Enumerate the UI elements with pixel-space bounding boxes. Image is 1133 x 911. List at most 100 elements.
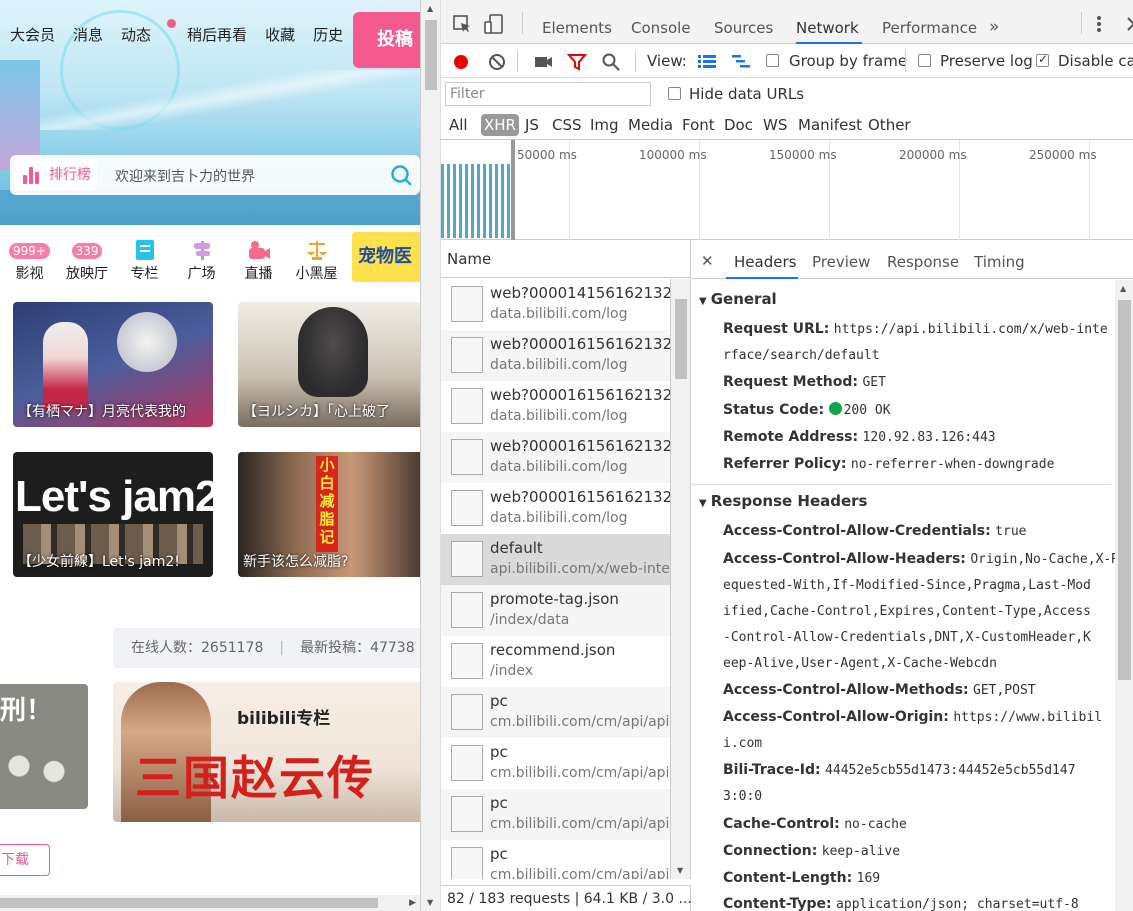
ranking-icon	[23, 167, 41, 184]
request-row[interactable]: pc cm.bilibili.com/cm/api/apid	[441, 687, 670, 738]
response-headers-section-header[interactable]: ▼ Response Headers	[699, 492, 868, 510]
header-acah-cont: equested-With,If-Modified-Since,Pragma,L…	[723, 572, 1091, 599]
file-icon	[451, 337, 483, 373]
name-column-header[interactable]: Name	[441, 240, 691, 278]
timeline-handle[interactable]	[511, 140, 515, 240]
video-card[interactable]: 小白减脂记 新手该怎么减脂?	[238, 452, 420, 577]
filter-input[interactable]: Filter	[445, 82, 651, 106]
request-url: /index	[490, 663, 534, 679]
inspect-element-icon[interactable]	[452, 14, 472, 34]
horizontal-scrollbar[interactable]: ▶	[0, 895, 420, 911]
kebab-menu-icon[interactable]	[1089, 14, 1109, 34]
header-key: Access-Control-Allow-Methods:	[723, 682, 969, 698]
search-icon[interactable]	[390, 164, 412, 186]
device-toolbar-icon[interactable]	[484, 14, 504, 34]
tab-headers[interactable]: Headers	[726, 240, 798, 279]
request-row[interactable]: pc cm.bilibili.com/cm/api/apid	[441, 789, 670, 840]
type-manifest[interactable]: Manifest	[798, 114, 862, 136]
tab-timing[interactable]: Timing	[974, 240, 1025, 279]
hide-data-urls-checkbox[interactable]	[668, 87, 681, 100]
request-row[interactable]: pc cm.bilibili.com/cm/api/apid	[441, 738, 670, 789]
network-overview-timeline[interactable]: 50000 ms 100000 ms 150000 ms 200000 ms 2…	[441, 140, 1133, 240]
ranking-button[interactable]: 排行榜	[15, 160, 97, 190]
nav-vip[interactable]: 大会员	[10, 24, 55, 45]
request-row[interactable]: pc cm.bilibili.com/cm/api/apid	[441, 840, 670, 879]
nav-messages[interactable]: 消息	[73, 24, 103, 45]
request-row[interactable]: recommend.json/index	[441, 636, 670, 687]
notification-dot	[167, 19, 177, 28]
video-card[interactable]: Let's jam2! 【少女前線】Let's jam2!	[13, 452, 213, 577]
record-icon[interactable]	[451, 52, 471, 72]
waterfall-icon[interactable]	[731, 52, 751, 72]
type-css[interactable]: CSS	[552, 114, 582, 136]
pet-clinic-banner[interactable]: 宠物医	[352, 232, 420, 282]
tab-performance[interactable]: Performance	[882, 0, 977, 44]
large-rows-icon[interactable]	[697, 52, 717, 72]
hide-data-urls-label: Hide data URLs	[689, 85, 805, 103]
search-icon[interactable]	[601, 52, 621, 72]
nav-history[interactable]: 历史	[313, 24, 343, 45]
request-list-scrollbar[interactable]: ▼	[671, 279, 691, 879]
tab-preview[interactable]: Preview	[812, 240, 870, 279]
header-connection: Connection: keep-alive	[723, 838, 900, 865]
close-devtools-icon[interactable]	[1124, 14, 1133, 34]
type-ws[interactable]: WS	[763, 114, 787, 136]
tab-sources[interactable]: Sources	[714, 0, 773, 44]
request-url: /index/data	[490, 612, 570, 628]
more-tabs-icon[interactable]: »	[989, 0, 999, 44]
details-scrollbar[interactable]: ▲	[1115, 280, 1133, 911]
video-card[interactable]: 刑！	[0, 684, 88, 809]
nav-watch-later[interactable]: 稍后再看	[187, 24, 247, 45]
type-img[interactable]: Img	[590, 114, 619, 136]
general-section-header[interactable]: ▼ General	[699, 290, 777, 308]
category-column[interactable]: 专栏	[117, 235, 172, 283]
category-movie[interactable]: 999+ 影视	[2, 235, 57, 283]
type-doc[interactable]: Doc	[724, 114, 753, 136]
tab-network[interactable]: Network	[796, 0, 862, 44]
request-row[interactable]: web?000014156162132181 data.bilibili.com/…	[441, 279, 670, 330]
screenshot-icon[interactable]	[533, 52, 553, 72]
request-row[interactable]: promote-tag.json/index/data	[441, 585, 670, 636]
tab-elements[interactable]: Elements	[542, 0, 612, 44]
preserve-log-label: Preserve log	[940, 52, 1033, 70]
type-font[interactable]: Font	[682, 114, 715, 136]
nav-favorites[interactable]: 收藏	[265, 24, 295, 45]
tab-console[interactable]: Console	[631, 0, 691, 44]
type-other[interactable]: Other	[868, 114, 911, 136]
tab-response[interactable]: Response	[887, 240, 959, 279]
filter-icon[interactable]	[567, 52, 587, 72]
file-icon	[451, 745, 483, 781]
upload-button[interactable]: 投稿	[353, 12, 420, 68]
type-media[interactable]: Media	[628, 114, 673, 136]
video-card[interactable]: 【ヨルシカ】「心上破了	[238, 302, 420, 427]
general-title: General	[710, 290, 777, 308]
download-button[interactable]: 下载	[0, 844, 50, 876]
file-icon	[451, 796, 483, 832]
group-by-frame-checkbox[interactable]	[766, 54, 779, 67]
request-row[interactable]: web?000016156162132181 data.bilibili.com/…	[441, 381, 670, 432]
request-row-selected[interactable]: default api.bilibili.com/x/web-inter	[441, 534, 670, 585]
category-theater[interactable]: 339 放映厅	[60, 235, 114, 283]
type-all[interactable]: All	[449, 114, 468, 136]
disable-cache-checkbox[interactable]	[1036, 52, 1049, 67]
video-card[interactable]: bilibili专栏 三国赵云传	[113, 682, 420, 822]
type-js[interactable]: JS	[525, 114, 539, 136]
request-details-panel: ✕ Headers Preview Response Timing ▼ Gener…	[691, 240, 1133, 911]
request-row[interactable]: web?000016156162132181 data.bilibili.com/…	[441, 330, 670, 381]
close-details-icon[interactable]: ✕	[701, 252, 714, 270]
nav-dynamic[interactable]: 动态	[121, 19, 177, 45]
poster-text-image: 小白减脂记	[316, 456, 338, 552]
request-row[interactable]: web?000016156162132181 data.bilibili.com/…	[441, 483, 670, 534]
type-xhr[interactable]: XHR	[481, 114, 519, 136]
page-vertical-scrollbar[interactable]: ▲ ▼	[421, 0, 441, 911]
header-value: rface/search/default	[723, 348, 880, 363]
video-card[interactable]: 【有栖マナ】月亮代表我的	[13, 302, 213, 427]
preserve-log-checkbox[interactable]	[918, 54, 931, 67]
request-row[interactable]: web?000016156162132181 data.bilibili.com/…	[441, 432, 670, 483]
category-square[interactable]: 广场	[174, 235, 229, 283]
clear-icon[interactable]	[487, 52, 507, 72]
category-blackroom[interactable]: 小黑屋	[289, 235, 344, 283]
category-live[interactable]: 直播	[231, 235, 286, 283]
search-input[interactable]: 欢迎来到吉卜力的世界	[115, 166, 255, 186]
file-icon	[451, 490, 483, 526]
